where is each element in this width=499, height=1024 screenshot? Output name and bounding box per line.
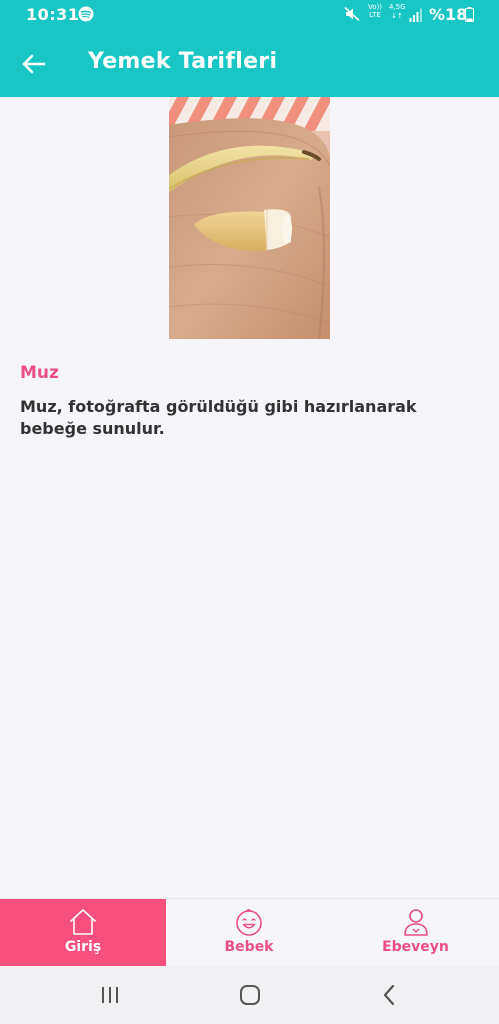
volte-icon: Vo)) LTE: [366, 3, 384, 27]
recipe-name: Muz: [20, 363, 59, 383]
home-button-icon[interactable]: [237, 982, 263, 1008]
nav-item-giris[interactable]: Giriş: [0, 899, 166, 967]
system-navigation-bar: [0, 966, 499, 1024]
network-type-icon: 4,5G ↓↑: [389, 3, 406, 27]
baby-face-icon: [236, 909, 262, 936]
signal-icon: [409, 8, 422, 22]
battery-icon: [465, 7, 474, 22]
nav-item-ebeveyn[interactable]: Ebeveyn: [332, 899, 499, 967]
nav-label-giris: Giriş: [64, 939, 102, 955]
volte-top-text: Vo)): [368, 3, 382, 11]
recent-apps-icon[interactable]: [97, 982, 123, 1008]
nav-label-ebeveyn: Ebeveyn: [382, 939, 449, 955]
app-bar: Yemek Tarifleri: [0, 30, 499, 97]
nav-label-bebek: Bebek: [224, 939, 274, 955]
home-icon: [70, 909, 96, 935]
mute-icon: [344, 6, 360, 22]
status-bar: 10:31 Vo)) LTE 4,5G ↓↑ %18: [0, 0, 499, 30]
network-arrows-text: ↓↑: [391, 12, 403, 20]
bottom-navigation: Giriş Bebek Ebeveyn: [0, 898, 499, 967]
spotify-icon: [78, 6, 94, 22]
parent-icon: [403, 909, 428, 936]
back-button-icon[interactable]: [377, 982, 403, 1008]
volte-bottom-text: LTE: [369, 11, 381, 19]
battery-percent: %18: [429, 5, 468, 24]
nav-item-bebek[interactable]: Bebek: [166, 899, 332, 967]
status-time: 10:31: [26, 5, 80, 24]
page-title: Yemek Tarifleri: [88, 49, 278, 74]
network-type-text: 4,5G: [389, 3, 406, 11]
recipe-photo: [169, 97, 330, 339]
recipe-description: Muz, fotoğrafta görüldüğü gibi hazırlana…: [20, 397, 417, 438]
back-arrow-icon[interactable]: [18, 49, 50, 79]
